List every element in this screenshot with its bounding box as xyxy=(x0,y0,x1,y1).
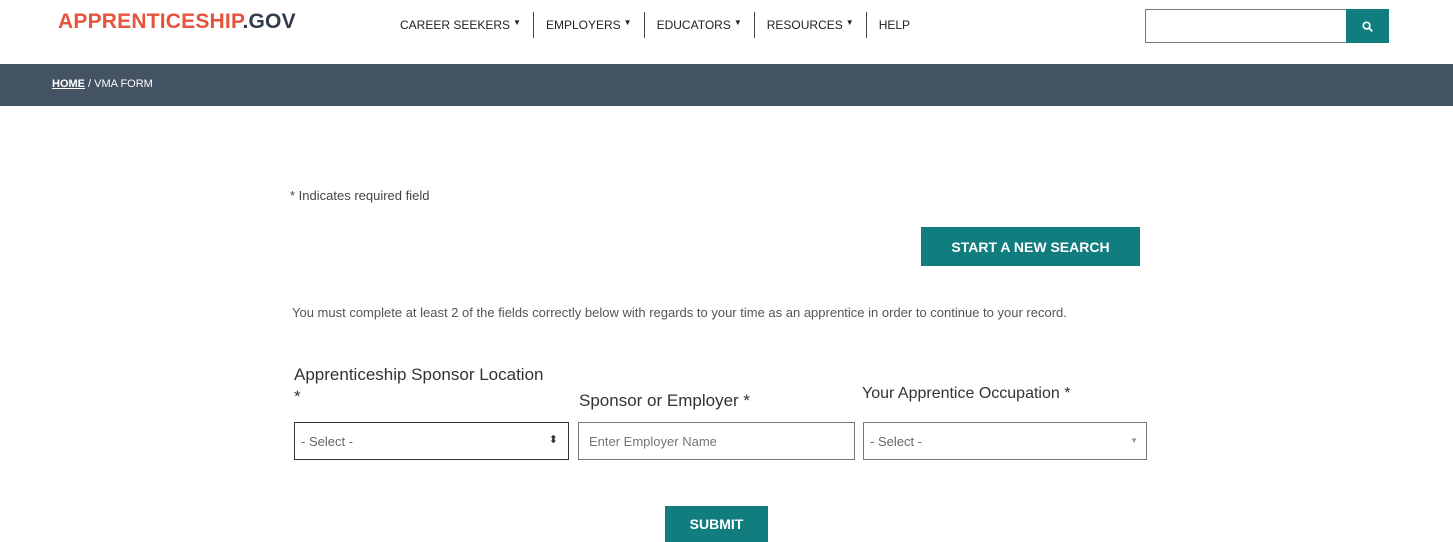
nav-career-seekers[interactable]: CAREER SEEKERS ▼ xyxy=(388,12,534,38)
nav-label: EMPLOYERS xyxy=(545,18,621,32)
sponsor-location-select[interactable]: - Select - ⬍ xyxy=(294,422,569,460)
nav-educators[interactable]: EDUCATORS ▼ xyxy=(645,12,755,38)
breadcrumb-bar: HOME / VMA FORM xyxy=(0,64,1453,106)
required-field-note: * Indicates required field xyxy=(290,188,430,203)
sponsor-location-label: Apprenticeship Sponsor Location * xyxy=(294,365,544,406)
search-icon xyxy=(1362,20,1373,32)
breadcrumb: HOME / VMA FORM xyxy=(52,78,153,90)
sponsor-employer-label: Sponsor or Employer * xyxy=(579,391,751,410)
occupation-label: Your Apprentice Occupation * xyxy=(862,385,1071,402)
site-header: APPRENTICESHIP.GOV CAREER SEEKERS ▼ EMPLO… xyxy=(0,0,1453,64)
main-nav: CAREER SEEKERS ▼ EMPLOYERS ▼ EDUCATORS ▼ RE… xyxy=(388,12,922,38)
logo-suffix: .GOV xyxy=(242,10,296,33)
nav-help[interactable]: HELP xyxy=(867,12,922,38)
nav-label: EDUCATORS xyxy=(656,18,731,32)
breadcrumb-separator: / xyxy=(85,78,95,90)
nav-resources[interactable]: RESOURCES ▼ xyxy=(755,12,867,38)
select-value: - Select - xyxy=(870,433,923,449)
breadcrumb-home-link[interactable]: HOME xyxy=(52,78,85,90)
caret-down-icon: ▼ xyxy=(845,18,854,27)
nav-label: HELP xyxy=(878,18,911,32)
breadcrumb-current: VMA FORM xyxy=(94,78,153,90)
chevron-down-icon: ▼ xyxy=(1130,436,1138,445)
caret-down-icon: ▼ xyxy=(733,18,742,27)
employer-name-input[interactable] xyxy=(578,422,855,460)
select-value: - Select - xyxy=(301,433,354,449)
form-instructions: You must complete at least 2 of the fiel… xyxy=(292,305,1067,320)
submit-button[interactable]: SUBMIT xyxy=(665,506,768,542)
up-down-arrows-icon: ⬍ xyxy=(548,434,558,446)
caret-down-icon: ▼ xyxy=(623,18,632,27)
occupation-select[interactable]: - Select - ▼ xyxy=(863,422,1147,460)
search-input[interactable] xyxy=(1145,9,1346,43)
search-button[interactable] xyxy=(1346,9,1389,43)
caret-down-icon: ▼ xyxy=(513,18,521,27)
site-logo[interactable]: APPRENTICESHIP.GOV xyxy=(58,10,296,34)
nav-label: CAREER SEEKERS xyxy=(400,18,511,32)
start-new-search-button[interactable]: START A NEW SEARCH xyxy=(921,227,1140,266)
nav-employers[interactable]: EMPLOYERS ▼ xyxy=(534,12,645,38)
logo-primary: APPRENTICESHIP xyxy=(58,10,243,33)
nav-label: RESOURCES xyxy=(766,18,843,32)
